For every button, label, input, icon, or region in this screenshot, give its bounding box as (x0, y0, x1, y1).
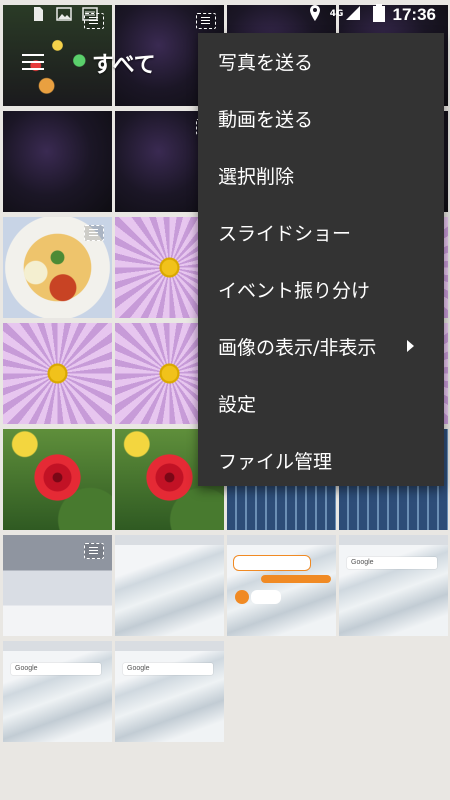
overflow-menu: 写真を送る 動画を送る 選択削除 スライドショー イベント振り分け 画像の表示/… (198, 33, 444, 486)
menu-item-label: 動画を送る (218, 109, 314, 131)
menu-item-select-delete[interactable]: 選択削除 (198, 147, 444, 204)
gallery-icon (82, 6, 98, 22)
thumbnail[interactable] (115, 535, 224, 636)
signal-icon: 4G (330, 5, 365, 25)
arrow-right-icon (407, 340, 414, 352)
menu-item-label: 画像の表示/非表示 (218, 337, 377, 359)
menu-item-label: 写真を送る (218, 52, 314, 74)
battery-icon (372, 4, 385, 26)
hamburger-icon[interactable] (22, 54, 44, 70)
page-title: すべて (92, 53, 156, 78)
menu-item-file-management[interactable]: ファイル管理 (198, 432, 444, 489)
screenshot-status (3, 641, 112, 651)
screenshot-pill (251, 590, 281, 604)
screenshot-status (115, 641, 224, 651)
thumbnail[interactable] (3, 535, 112, 636)
thumbnail[interactable] (3, 217, 112, 318)
menu-item-label: 選択削除 (218, 166, 295, 188)
screenshot-bubble (233, 555, 311, 571)
menu-item-label: ファイル管理 (218, 451, 333, 473)
status-left-icons (30, 6, 98, 22)
thumbnail[interactable] (3, 111, 112, 212)
screenshot-bar (261, 575, 331, 583)
menu-item-label: イベント振り分け (218, 280, 371, 302)
menu-item-slideshow[interactable]: スライドショー (198, 204, 444, 261)
status-time: 17:36 (392, 5, 436, 24)
thumbnail[interactable] (3, 429, 112, 530)
thumbnail[interactable]: Google (115, 641, 224, 742)
google-search-bar: Google (123, 663, 213, 675)
thumbnail[interactable] (227, 535, 336, 636)
screenshot-dot (235, 590, 249, 604)
menu-item-send-photo[interactable]: 写真を送る (198, 33, 444, 90)
menu-item-label: 設定 (218, 394, 257, 416)
multi-image-badge-icon (84, 543, 104, 559)
screenshot-status (227, 535, 336, 545)
network-type: 4G (329, 9, 344, 19)
image-icon (56, 6, 72, 22)
thumbnail[interactable] (3, 323, 112, 424)
multi-image-badge-icon (84, 225, 104, 241)
menu-item-show-hide-images[interactable]: 画像の表示/非表示 (198, 318, 444, 375)
status-bar: 4G 17:36 (0, 0, 450, 30)
location-icon (308, 5, 322, 25)
menu-item-send-video[interactable]: 動画を送る (198, 90, 444, 147)
sdcard-icon (30, 6, 46, 22)
menu-item-settings[interactable]: 設定 (198, 375, 444, 432)
screenshot-status (115, 535, 224, 545)
thumbnail[interactable]: Google (339, 535, 448, 636)
google-search-bar: Google (11, 663, 101, 675)
status-right-icons: 4G 17:36 (308, 4, 436, 26)
screenshot-status (339, 535, 448, 545)
menu-item-event-sort[interactable]: イベント振り分け (198, 261, 444, 318)
menu-item-label: スライドショー (218, 223, 352, 245)
google-search-bar: Google (347, 557, 437, 569)
thumbnail[interactable]: Google (3, 641, 112, 742)
